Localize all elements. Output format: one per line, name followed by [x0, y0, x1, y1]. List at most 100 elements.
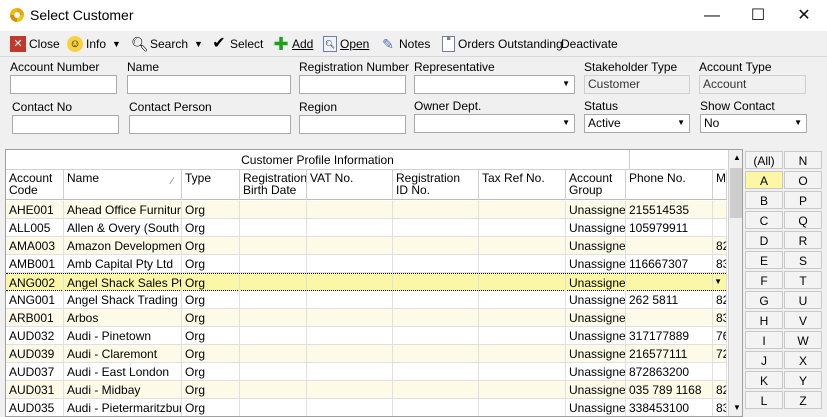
cell-phone: 215514535 [626, 201, 713, 219]
letter-button[interactable]: L [745, 391, 783, 409]
region-input[interactable] [299, 115, 406, 134]
letter-button[interactable]: B [745, 191, 783, 209]
column-header-tax[interactable]: Tax Ref No. [479, 170, 566, 200]
letter-button[interactable]: S [784, 251, 822, 269]
letter-button[interactable]: (All) [745, 151, 783, 169]
column-header-reg_birth[interactable]: Registration Birth Date [240, 170, 307, 200]
letter-button[interactable]: W [784, 331, 822, 349]
table-row[interactable]: AMB001 Amb Capital Pty Ltd Org Unassignec 11… [6, 255, 727, 273]
table-row[interactable]: AUD039 Audi - Claremont Org Unassignec 21657… [6, 345, 727, 363]
scroll-down-icon[interactable]: ▼ [729, 400, 742, 416]
column-header-type[interactable]: Type [182, 170, 240, 200]
letter-button[interactable]: D [745, 231, 783, 249]
letter-button[interactable]: E [745, 251, 783, 269]
status-select[interactable]: Active [584, 114, 690, 133]
show-contact-label: Show Contact [700, 99, 775, 113]
cell-tax [479, 381, 566, 399]
scroll-up-icon[interactable]: ▲ [729, 150, 742, 166]
letter-button[interactable]: V [784, 311, 822, 329]
cell-name: Audi - East London [64, 363, 182, 381]
vertical-scrollbar[interactable]: ▲ ▼ [728, 150, 742, 416]
table-row[interactable]: ALL005 Allen & Overy (South Af Org Unassign… [6, 219, 727, 237]
letter-button[interactable]: P [784, 191, 822, 209]
letter-button[interactable]: K [745, 371, 783, 389]
letter-button[interactable]: R [784, 231, 822, 249]
letter-button[interactable]: C [745, 211, 783, 229]
letter-button[interactable]: H [745, 311, 783, 329]
table-row[interactable]: ANG001 Angel Shack Trading & Org Unassignec… [6, 291, 727, 309]
maximize-button[interactable]: ☐ [735, 0, 781, 31]
column-header-line1: Name [67, 171, 100, 185]
window-title: Select Customer [30, 7, 134, 23]
letter-button[interactable]: T [784, 271, 822, 289]
table-row[interactable]: AUD035 Audi - Pietermaritzburg Org Unassign… [6, 399, 727, 416]
letter-button[interactable]: Y [784, 371, 822, 389]
column-header-code[interactable]: Account Code [6, 170, 64, 200]
search-button[interactable]: 🔍︎ Search ▼ [131, 35, 203, 53]
column-header-line1: Phone No. [629, 171, 686, 185]
chevron-down-icon[interactable]: ▼ [112, 39, 121, 49]
select-button[interactable]: ✔ Select [211, 35, 263, 53]
table-row[interactable]: AHE001 Ahead Office Furniture I Org Unassig… [6, 201, 727, 219]
table-row[interactable]: AUD032 Audi - Pinetown Org Unassignec 317177… [6, 327, 727, 345]
letter-button[interactable]: I [745, 331, 783, 349]
cell-phone [626, 237, 713, 255]
representative-select[interactable] [414, 75, 575, 94]
table-row[interactable]: AUD031 Audi - Midbay Org Unassignec 035 789 … [6, 381, 727, 399]
column-header-reg_id[interactable]: Registration ID No. [393, 170, 479, 200]
column-header-phone[interactable]: Phone No. [626, 170, 713, 200]
cell-name: Audi - Pietermaritzburg [64, 399, 182, 416]
orders-outstanding-label: Orders Outstanding [458, 37, 563, 51]
table-row[interactable]: AMA003Amazon Development COrg Unassignec 8… [6, 237, 727, 255]
letter-button[interactable]: G [745, 291, 783, 309]
letter-button[interactable]: A [745, 171, 783, 189]
owner-dept-select[interactable] [414, 114, 575, 133]
letter-button[interactable]: O [784, 171, 822, 189]
table-row[interactable]: ANG002 Angel Shack Sales Pty Org Unassignec [6, 273, 727, 292]
cell-name: Angel Shack Trading & [64, 291, 182, 309]
letter-button[interactable]: X [784, 351, 822, 369]
minimize-button[interactable]: — [689, 0, 735, 31]
chevron-down-icon[interactable]: ▼ [194, 39, 203, 49]
deactivate-button[interactable]: Deactivate [561, 35, 618, 53]
name-input[interactable] [127, 75, 291, 94]
open-button[interactable]: 🔍︎ Open [323, 35, 369, 53]
contact-no-input[interactable] [12, 115, 119, 134]
account-number-input[interactable] [10, 75, 117, 94]
letter-button[interactable]: N [784, 151, 822, 169]
column-header-group[interactable]: Account Group [566, 170, 626, 200]
contact-person-input[interactable] [129, 115, 291, 134]
cell-name: Ahead Office Furniture I [64, 201, 182, 219]
cell-reg_id [393, 274, 479, 292]
customer-grid[interactable]: Customer Profile Information Account Code… [5, 149, 743, 417]
account-number-label: Account Number [10, 60, 100, 74]
cell-tax [479, 274, 566, 292]
column-header-vat[interactable]: VAT No. [307, 170, 393, 200]
registration-number-label: Registration Number [299, 60, 410, 74]
cell-tax [479, 327, 566, 345]
column-header-name[interactable]: Name ⁄ [64, 170, 182, 200]
column-header-m[interactable]: M [713, 170, 727, 200]
registration-number-input[interactable] [299, 75, 406, 94]
plus-icon: ✚ [273, 34, 289, 54]
close-window-button[interactable]: ✕ [781, 0, 827, 31]
letter-button[interactable]: F [745, 271, 783, 289]
close-button[interactable]: ✕ Close [10, 35, 60, 53]
table-row[interactable]: AUD037 Audi - East London Org Unassignec 872… [6, 363, 727, 381]
orders-outstanding-button[interactable]: ≡ Orders Outstanding [442, 35, 563, 53]
letter-button[interactable]: Q [784, 211, 822, 229]
show-contact-select[interactable]: No [700, 114, 807, 133]
cell-reg_birth [240, 399, 307, 416]
info-button[interactable]: ☺ Info ▼ [67, 35, 121, 53]
letter-button[interactable]: U [784, 291, 822, 309]
cell-type: Org [182, 363, 240, 381]
letter-button[interactable]: Z [784, 391, 822, 409]
cell-reg_id [393, 381, 479, 399]
account-type-field: Account [699, 75, 806, 94]
add-button[interactable]: ✚ Add [273, 35, 313, 53]
scroll-thumb[interactable] [730, 168, 742, 218]
cell-m: 83 [713, 255, 727, 273]
notes-button[interactable]: ✎ Notes [380, 35, 430, 53]
table-row[interactable]: ARB001ArbosOrg Unassignec 83 [6, 309, 727, 327]
letter-button[interactable]: J [745, 351, 783, 369]
